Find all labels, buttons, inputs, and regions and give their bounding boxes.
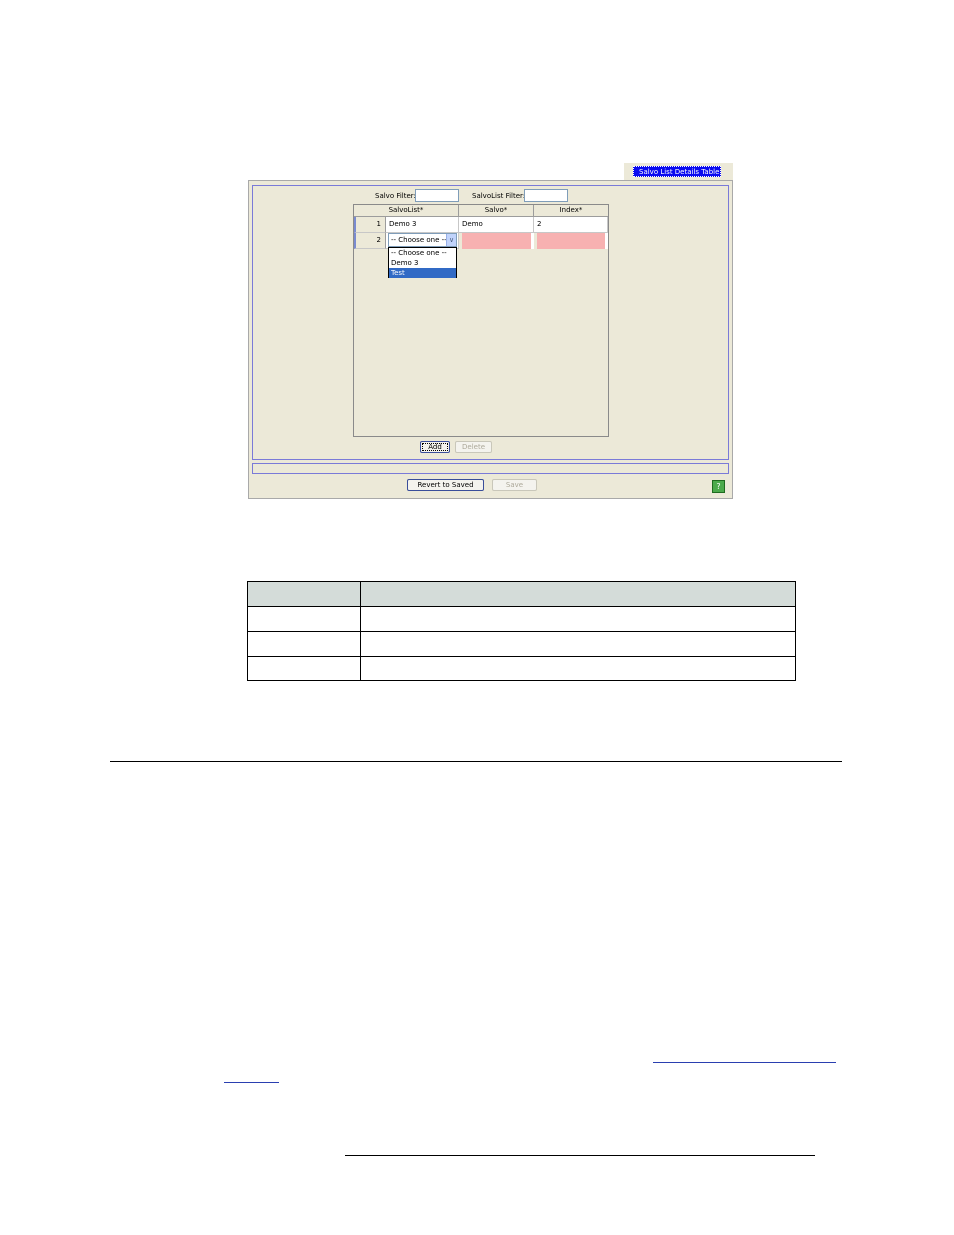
salvo-filter-input[interactable]: [415, 189, 459, 202]
table-row: [248, 606, 795, 632]
cell-salvo-required[interactable]: [462, 233, 534, 249]
reference-table: [247, 581, 796, 681]
dropdown-option-highlighted[interactable]: Test: [389, 268, 456, 278]
link-underline[interactable]: [224, 1082, 279, 1083]
help-icon[interactable]: ?: [712, 480, 725, 493]
column-header-salvolist[interactable]: SalvoList*: [354, 205, 459, 217]
footer-rule: [345, 1155, 815, 1156]
dropdown-option[interactable]: Demo 3: [389, 258, 456, 268]
row-number[interactable]: 2: [354, 233, 386, 249]
salvo-filter-label: Salvo Filter:: [375, 192, 416, 200]
cell-salvolist[interactable]: Demo 3: [386, 217, 459, 233]
cell-index-required[interactable]: [537, 233, 608, 249]
link-underline[interactable]: [653, 1062, 836, 1063]
cell-index[interactable]: 2: [534, 217, 608, 233]
tab-salvo-list-details-table[interactable]: Salvo List Details Table: [633, 166, 721, 177]
column-header-index[interactable]: Index*: [534, 205, 608, 217]
save-button[interactable]: Save: [492, 479, 537, 491]
cell-salvo[interactable]: Demo: [459, 217, 534, 233]
row-number[interactable]: 1: [354, 217, 386, 233]
status-bar: [252, 463, 729, 474]
salvolist-filter-input[interactable]: [524, 189, 568, 202]
section-divider: [110, 761, 842, 762]
table-row: [248, 656, 795, 680]
table-header-row: [248, 582, 795, 607]
salvolist-dropdown-list: -- Choose one -- Demo 3 Test: [388, 247, 457, 278]
chevron-down-icon[interactable]: ∨: [446, 234, 456, 246]
dropdown-option[interactable]: -- Choose one --: [389, 248, 456, 258]
add-button[interactable]: Add: [420, 441, 450, 453]
table-row: [248, 631, 795, 657]
salvolist-filter-label: SalvoList Filter:: [472, 192, 526, 200]
revert-to-saved-button[interactable]: Revert to Saved: [407, 479, 484, 491]
delete-button[interactable]: Delete: [455, 441, 492, 453]
column-header-salvo[interactable]: Salvo*: [459, 205, 534, 217]
